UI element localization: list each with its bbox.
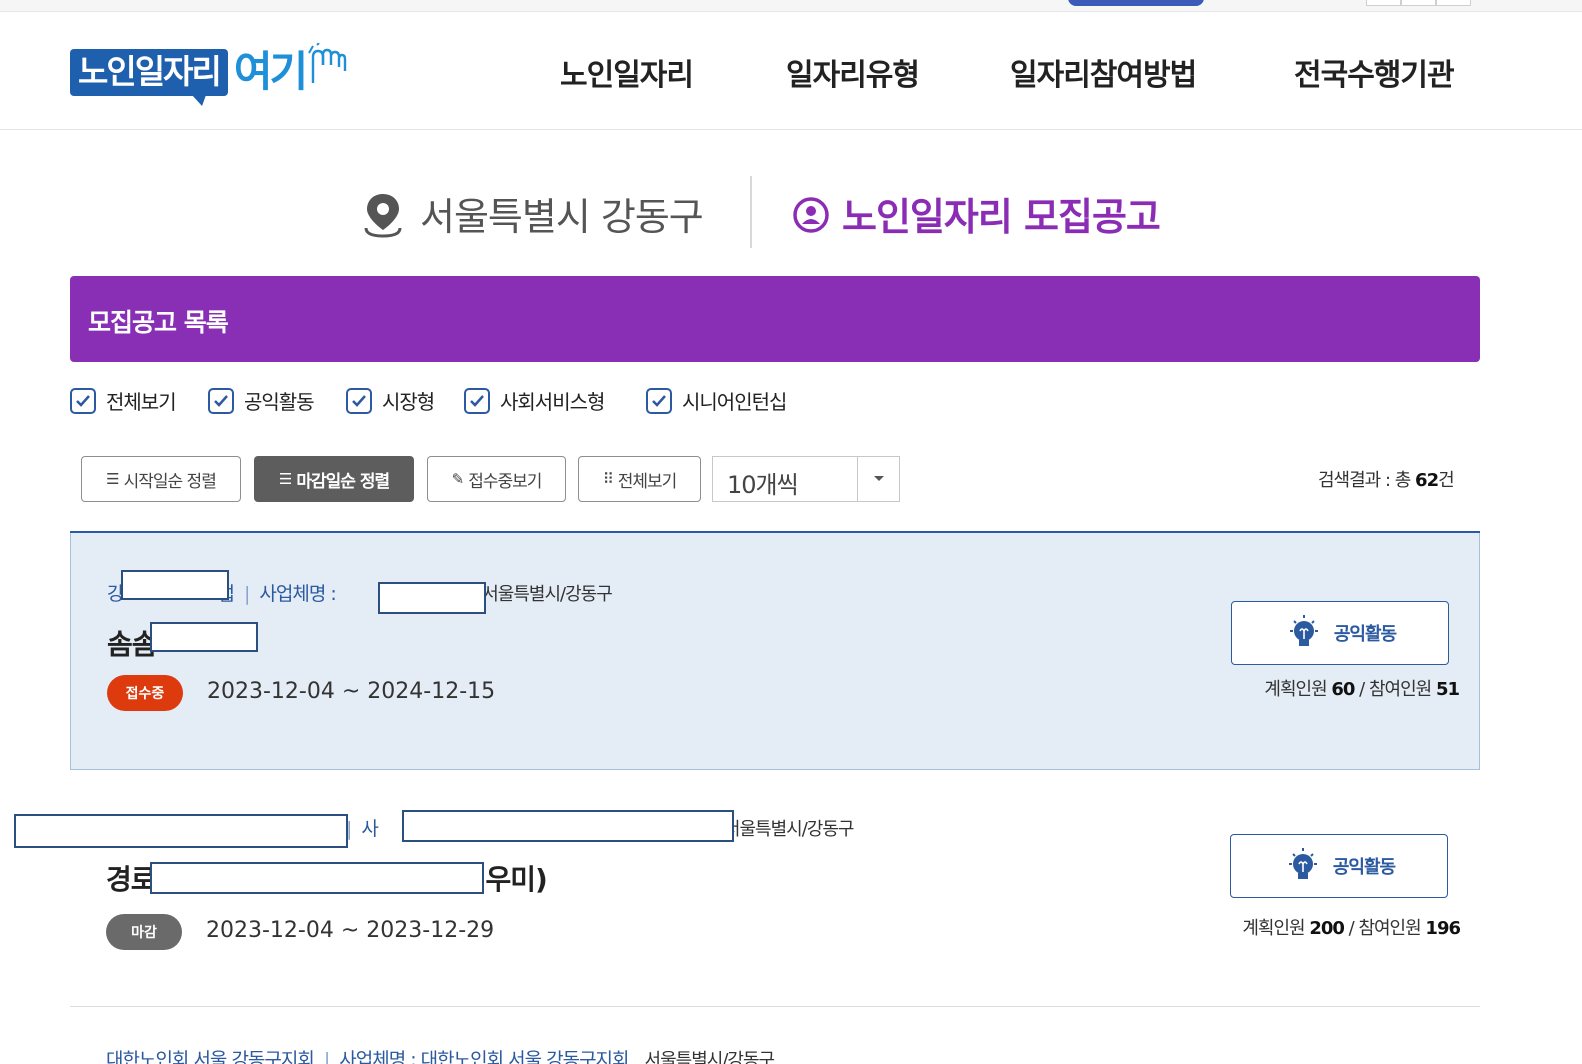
redaction-box: [121, 570, 229, 600]
utility-box[interactable]: [1366, 0, 1401, 6]
top-utility-strip: [0, 0, 1582, 12]
company-label: 사업체명 :: [339, 1049, 416, 1064]
nav-agencies[interactable]: 전국수행기관: [1294, 50, 1455, 94]
page-title: 노인일자리 모집공고: [842, 195, 1161, 239]
filter-social-service[interactable]: 사회서비스형: [464, 386, 605, 415]
listing-title-suffix[interactable]: 우미): [486, 863, 548, 896]
checkbox-checked-icon[interactable]: [208, 387, 234, 414]
redaction-box: [150, 862, 484, 894]
site-logo[interactable]: 노인일자리 여기: [70, 43, 351, 106]
company-label: 사: [361, 818, 379, 840]
result-prefix: 검색결과 : 총: [1318, 470, 1411, 491]
utility-box[interactable]: [1401, 0, 1436, 6]
sort-start-label: 시작일순 정렬: [123, 471, 217, 492]
filter-label: 시장형: [382, 390, 435, 414]
view-all-button[interactable]: ⠿ 전체보기: [578, 456, 701, 502]
page-size-value: 10개씩: [727, 471, 799, 499]
result-suffix: 건: [1438, 470, 1455, 491]
sort-by-end-button[interactable]: ☰ 마감일순 정렬: [254, 456, 414, 502]
search-result-count: 검색결과 : 총 62건: [1318, 466, 1455, 492]
filter-label: 전체보기: [106, 390, 177, 414]
job-type-label: 공익활동: [1333, 624, 1397, 645]
receiving-filter-button[interactable]: ✎ 접수중보기: [427, 456, 566, 502]
planned-label: 계획인원: [1242, 918, 1305, 939]
filter-market-type[interactable]: 시장형: [346, 386, 435, 415]
org-name[interactable]: 대한노인회 서울 강동구지회: [106, 1049, 315, 1064]
listing-item[interactable]: 강럽|사업체명 :럽서울특별시/강동구 솜솜 접수중 2023-12-04 ~ …: [70, 533, 1480, 770]
job-type-label: 공익활동: [1332, 857, 1396, 878]
result-count: 62: [1415, 470, 1439, 491]
job-type-button[interactable]: 공익활동: [1231, 601, 1449, 665]
utility-box[interactable]: [1436, 0, 1471, 6]
participants-count: 196: [1425, 918, 1461, 939]
filter-senior-internship[interactable]: 시니어인턴십: [646, 386, 787, 415]
location-text: 서울특별시 강동구: [420, 195, 704, 239]
site-header: 노인일자리 여기 노인일자리 일자리유형 일자리참여방법 전국수행기관: [0, 12, 1582, 130]
list-toolbar: ☰ 시작일순 정렬 ☰ 마감일순 정렬 ✎ 접수중보기 ⠿ 전체보기 10개씩 …: [0, 456, 1582, 504]
status-badge: 접수중: [107, 675, 183, 711]
filter-label: 공익활동: [244, 390, 315, 414]
job-type-button[interactable]: 공익활동: [1230, 834, 1448, 898]
pencil-icon: ✎: [451, 470, 465, 488]
nav-job-types[interactable]: 일자리유형: [786, 50, 920, 94]
redaction-box: [14, 814, 348, 848]
sort-end-label: 마감일순 정렬: [296, 471, 390, 492]
redaction-box: [378, 582, 486, 614]
planned-count: 200: [1309, 918, 1345, 939]
sort-by-start-button[interactable]: ☰ 시작일순 정렬: [81, 456, 241, 502]
utility-button[interactable]: [1068, 0, 1204, 6]
logo-accent-text: 여기: [233, 47, 308, 96]
lightbulb-icon: [1288, 848, 1317, 879]
redaction-box: [402, 810, 734, 842]
utility-icons: [1366, 0, 1471, 6]
listing-meta: 대한노인회 서울 강동구지회 | 사업체명 : 대한노인회 서울 강동구지회 서울특별…: [106, 1045, 776, 1064]
grid-icon: ⠿: [602, 470, 614, 488]
page-heading: 서울특별시 강동구 노인일자리 모집공고: [0, 172, 1582, 248]
filter-public-activity[interactable]: 공익활동: [208, 386, 315, 415]
listing-title-prefix[interactable]: 경로: [106, 863, 157, 896]
title-divider: [750, 176, 752, 248]
company-name: 대한노인회 서울 강동구지회: [420, 1049, 630, 1064]
filter-label: 사회서비스형: [500, 390, 605, 414]
receiving-label: 접수중보기: [468, 471, 542, 492]
filter-label: 시니어인턴십: [682, 390, 787, 414]
period-text: 2023-12-04 ~ 2024-12-15: [207, 679, 496, 704]
list-section-title: 모집공고 목록: [88, 308, 229, 337]
nav-senior-jobs[interactable]: 노인일자리: [560, 50, 694, 94]
list-icon: ☰: [106, 470, 119, 488]
participants-count: 51: [1435, 679, 1460, 700]
lightbulb-icon: [1289, 615, 1318, 646]
region-text: 서울특별시/강동구: [482, 584, 613, 605]
checkbox-checked-icon[interactable]: [70, 387, 96, 414]
period-text: 2023-12-04 ~ 2023-12-29: [206, 918, 495, 943]
user-circle-icon: [793, 197, 829, 233]
participants-label: 참여인원: [1368, 679, 1432, 700]
logo-main-text: 노인일자리: [70, 48, 228, 106]
redaction-box: [150, 622, 258, 652]
participants-label: 참여인원: [1358, 918, 1421, 939]
planned-label: 계획인원: [1264, 679, 1327, 700]
list-section-header: 모집공고 목록: [70, 276, 1480, 362]
checkbox-checked-icon[interactable]: [464, 387, 490, 414]
planned-count: 60: [1331, 679, 1355, 700]
nav-how-to-apply[interactable]: 일자리참여방법: [1010, 50, 1197, 94]
list-icon: ☰: [278, 470, 292, 488]
view-all-label: 전체보기: [617, 471, 678, 492]
logo-finger-icon: [308, 43, 347, 83]
region-text: 서울특별시/강동구: [723, 819, 855, 840]
company-label: 사업체명 :: [259, 583, 336, 605]
checkbox-checked-icon[interactable]: [346, 387, 372, 414]
region-text: 서울특별시/강동구: [644, 1050, 776, 1064]
checkbox-checked-icon[interactable]: [646, 387, 672, 414]
filter-all[interactable]: 전체보기: [70, 386, 177, 415]
listing-item[interactable]: 대한노인회 서울 강동구지회 | 사업체명 : 대한노인회 서울 강동구지회 서울특별…: [70, 1007, 1480, 1064]
location-pin-icon: [364, 194, 402, 238]
page-size-select[interactable]: 10개씩: [712, 456, 900, 502]
chevron-down-icon[interactable]: [857, 457, 899, 501]
status-badge: 마감: [106, 914, 182, 950]
headcount-info: 계획인원 60 / 참여인원 51: [1264, 679, 1460, 700]
headcount-info: 계획인원 200 / 참여인원 196: [1242, 918, 1461, 939]
